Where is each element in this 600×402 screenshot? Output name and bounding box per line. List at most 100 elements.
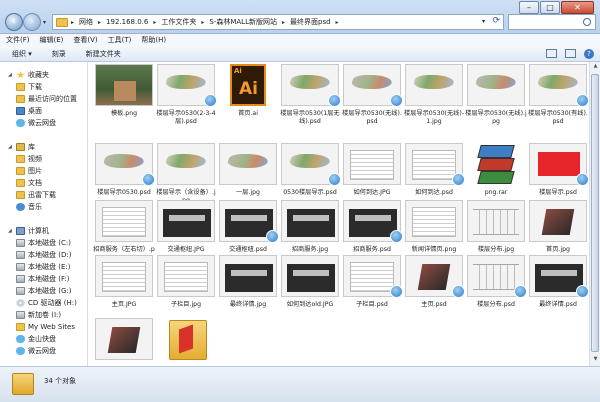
- nav-label: 音乐: [28, 203, 42, 211]
- nav-item-drive-f[interactable]: 本地磁盘 (F:): [16, 274, 70, 284]
- nav-item-pictures[interactable]: 图片: [16, 166, 42, 176]
- nav-favorites[interactable]: ◢ 收藏夹: [8, 70, 49, 80]
- nav-item-music[interactable]: 音乐: [16, 202, 42, 212]
- folder-icon: [169, 320, 207, 360]
- search-icon[interactable]: [583, 18, 591, 26]
- file-item[interactable]: 模板.png: [93, 64, 155, 142]
- nav-item-drive-g[interactable]: 本地磁盘 (G:): [16, 286, 71, 296]
- organize-button[interactable]: 组织 ▾: [12, 49, 32, 59]
- file-name: 招商服务.jpg: [291, 246, 329, 253]
- minimize-button[interactable]: –: [519, 1, 539, 14]
- breadcrumb-project[interactable]: S-森林MALL新版网站: [209, 17, 277, 27]
- file-item[interactable]: 子栏目.psd: [341, 255, 403, 333]
- file-name: 楼层导示0530(1层无线).psd: [280, 110, 340, 125]
- file-thumbnail: [281, 255, 339, 297]
- photoshop-badge-icon: [204, 94, 217, 107]
- file-item[interactable]: 楼层分布.psd: [465, 255, 527, 333]
- scroll-thumb[interactable]: [591, 74, 599, 352]
- file-thumbnail: [467, 64, 525, 106]
- nav-item-videos[interactable]: 视频: [16, 154, 42, 164]
- nav-item-volume-i[interactable]: 新加卷 (I:): [16, 310, 61, 320]
- nav-libraries[interactable]: ◢ 库: [8, 142, 35, 152]
- nav-item-drive-c[interactable]: 本地磁盘 (C:): [16, 238, 71, 248]
- file-name: 楼层导示0530(无线).jpg: [465, 110, 527, 125]
- file-thumbnail: [157, 200, 215, 242]
- breadcrumb-network[interactable]: 网络: [79, 17, 93, 27]
- close-button[interactable]: ✕: [561, 1, 594, 14]
- collapse-arrow-icon[interactable]: ◢: [8, 72, 14, 78]
- menu-help[interactable]: 帮助(H): [141, 34, 166, 46]
- breadcrumb-separator[interactable]: ▸: [71, 19, 74, 26]
- nav-item-thunder[interactable]: 迅雷下载: [16, 190, 56, 200]
- burn-button[interactable]: 刻录: [52, 49, 66, 59]
- forward-button[interactable]: ›: [23, 13, 41, 31]
- nav-item-cd-drive[interactable]: CD 驱动器 (H:): [16, 298, 77, 308]
- address-bar[interactable]: ▸ 网络 ▸ 192.168.0.6 ▸ 工作文件夹 ▸ S-森林MALL新版网…: [52, 14, 504, 30]
- refresh-icon[interactable]: ⟳: [492, 16, 500, 26]
- vertical-scrollbar[interactable]: ▲ ▼: [589, 62, 600, 366]
- scroll-up-arrow-icon[interactable]: ▲: [591, 63, 600, 72]
- nav-item-weiyun[interactable]: 微云网盘: [16, 118, 56, 128]
- file-name: 交通枢纽.psd: [229, 246, 267, 253]
- file-item[interactable]: Ai Ai 首页.ai: [217, 64, 279, 142]
- file-item[interactable]: 楼层导示0530(无线).jpg: [465, 64, 527, 142]
- file-name: 一层.jpg: [236, 189, 260, 196]
- back-button[interactable]: ‹: [5, 13, 23, 31]
- preview-pane-icon[interactable]: [565, 49, 576, 58]
- file-name: 最终详情.jpg: [229, 301, 267, 308]
- breadcrumb-server[interactable]: 192.168.0.6: [106, 18, 148, 26]
- breadcrumb-separator[interactable]: ▸: [282, 19, 285, 26]
- help-icon[interactable]: ?: [584, 49, 594, 59]
- breadcrumb-work-folder[interactable]: 工作文件夹: [161, 17, 196, 27]
- file-thumbnail: [95, 318, 153, 360]
- illustrator-file-icon: Ai Ai: [230, 64, 266, 106]
- nav-item-weiyun-drive[interactable]: 微云网盘: [16, 346, 56, 356]
- breadcrumb-separator[interactable]: ▸: [98, 19, 101, 26]
- menu-tools[interactable]: 工具(T): [108, 34, 132, 46]
- file-item[interactable]: 最终详情.jpg: [217, 255, 279, 333]
- maximize-button[interactable]: □: [540, 1, 560, 14]
- menu-view[interactable]: 查看(V): [73, 34, 97, 46]
- collapse-arrow-icon[interactable]: ◢: [8, 228, 14, 234]
- nav-item-recent[interactable]: 最近访问的位置: [16, 94, 77, 104]
- collapse-arrow-icon[interactable]: ◢: [8, 144, 14, 150]
- file-item[interactable]: 主页.psd: [403, 255, 465, 333]
- file-name: 模板.png: [110, 110, 138, 117]
- address-dropdown[interactable]: ▾: [482, 18, 485, 25]
- photoshop-badge-icon: [576, 94, 589, 107]
- menu-file[interactable]: 文件(F): [6, 34, 30, 46]
- nav-label: 文档: [28, 179, 42, 187]
- file-item[interactable]: 最终详情.psd: [527, 255, 589, 333]
- change-view-icon[interactable]: [546, 49, 557, 58]
- nav-item-desktop[interactable]: 桌面: [16, 106, 42, 116]
- menu-edit[interactable]: 编辑(E): [40, 34, 64, 46]
- file-name: 最终详情.psd: [539, 301, 577, 308]
- breadcrumb-separator[interactable]: ▸: [201, 19, 204, 26]
- recent-pages-dropdown[interactable]: ▾: [43, 19, 46, 26]
- file-item[interactable]: 楼层导示0530(无线)-1.jpg: [403, 64, 465, 142]
- nav-item-kuaipan[interactable]: 金山快盘: [16, 334, 56, 344]
- nav-item-web-sites[interactable]: My Web Sites: [16, 322, 75, 332]
- search-input[interactable]: [513, 18, 583, 26]
- nav-item-downloads[interactable]: 下载: [16, 82, 42, 92]
- file-item[interactable]: 如何到达old.JPG: [279, 255, 341, 333]
- file-item[interactable]: 楼层导示0530(无线).psd: [341, 64, 403, 142]
- search-box[interactable]: [508, 14, 596, 30]
- nav-computer[interactable]: ◢ 计算机: [8, 226, 49, 236]
- file-item[interactable]: 楼层导示0530(有线).psd: [527, 64, 589, 142]
- scroll-down-arrow-icon[interactable]: ▼: [591, 356, 600, 365]
- breadcrumb-current[interactable]: 最终界面psd: [290, 17, 331, 27]
- breadcrumb-separator[interactable]: ▸: [153, 19, 156, 26]
- file-item[interactable]: 楼层导示0530(2-3-4层).psd: [155, 64, 217, 142]
- file-thumbnail: [219, 143, 277, 185]
- nav-item-drive-e[interactable]: 本地磁盘 (E:): [16, 262, 70, 272]
- file-item[interactable]: 楼层导示0530(1层无线).psd: [279, 64, 341, 142]
- breadcrumb-separator[interactable]: ▸: [336, 19, 339, 26]
- nav-item-drive-d[interactable]: 本地磁盘 (D:): [16, 250, 71, 260]
- photoshop-badge-icon: [328, 94, 341, 107]
- nav-label: 微云网盘: [28, 347, 56, 355]
- new-folder-button[interactable]: 新建文件夹: [86, 49, 121, 59]
- file-name: 楼层导示0530.psd: [97, 189, 151, 196]
- nav-item-documents[interactable]: 文档: [16, 178, 42, 188]
- file-thumbnail: [405, 64, 463, 106]
